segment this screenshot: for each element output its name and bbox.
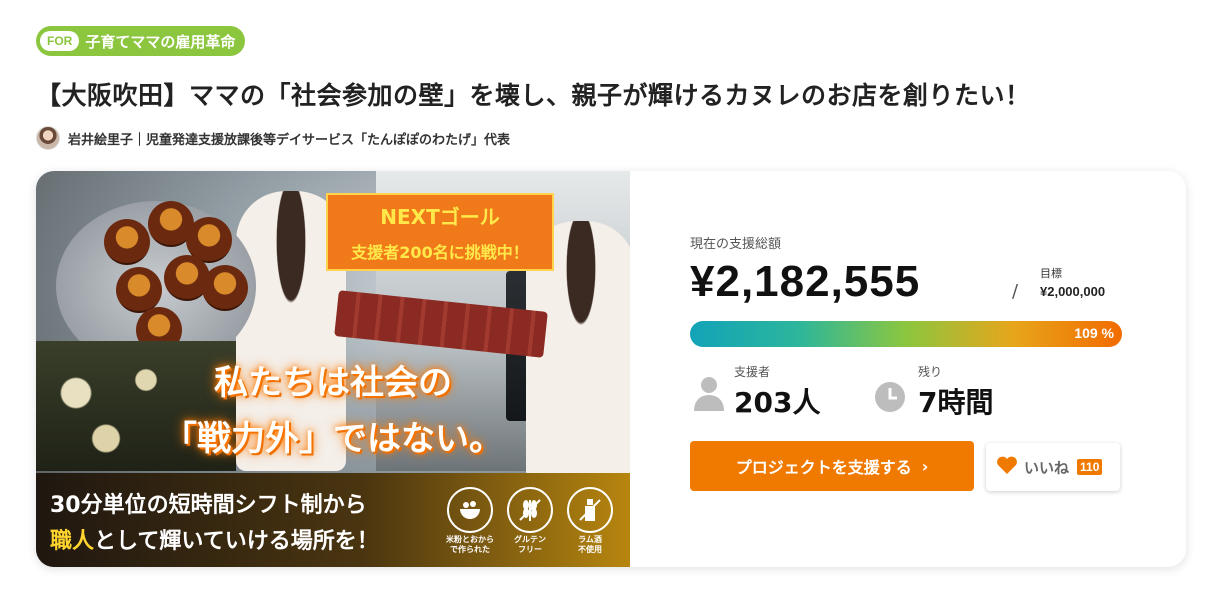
canele xyxy=(104,219,150,265)
feature-rice-flour: 米粉とおから で作られた xyxy=(444,487,496,555)
slogan-line-1: 私たちは社会の xyxy=(214,363,452,403)
chevron-right-icon: › xyxy=(921,456,929,476)
for-tag: FOR xyxy=(40,31,80,51)
heart-icon xyxy=(996,455,1018,479)
current-total-label: 現在の支援総額 xyxy=(690,237,782,252)
feature-label-2: フリー xyxy=(518,545,542,554)
feature-label-1: グルテン xyxy=(514,535,546,544)
next-goal-box: NEXTゴール 支援者200名に挑戦中！ xyxy=(326,193,554,271)
divider-slash: / xyxy=(1012,281,1019,302)
support-project-button[interactable]: プロジェクトを支援する › xyxy=(690,441,974,491)
category-badge[interactable]: FOR 子育てママの雇用革命 xyxy=(36,26,246,56)
support-button-label: プロジェクトを支援する xyxy=(735,458,912,477)
avatar[interactable] xyxy=(36,126,60,150)
progress-fill xyxy=(690,321,1122,347)
funding-stats: 現在の支援総額 ¥2,182,555 / 目標 ¥2,000,000 109 %… xyxy=(630,171,1186,567)
like-button[interactable]: いいね 110 xyxy=(986,443,1120,491)
canele xyxy=(202,265,248,311)
feature-label-1: ラム酒 xyxy=(578,535,602,544)
remaining-label: 残り xyxy=(918,365,943,379)
next-goal-subtitle: 支援者200名に挑戦中！ xyxy=(351,243,529,262)
supporters-count: 203人 xyxy=(734,386,821,419)
person-icon xyxy=(694,375,724,415)
page-title: 【大阪吹田】ママの「社会参加の壁」を壊し、親子が輝けるカヌレのお店を創りたい！ xyxy=(36,81,1031,110)
like-count: 110 xyxy=(1077,459,1103,475)
category-label: 子育てママの雇用革命 xyxy=(85,32,236,51)
next-goal-title: NEXTゴール xyxy=(380,205,500,229)
feature-no-rum: ラム酒 不使用 xyxy=(564,487,616,555)
feature-gluten-free: グルテン フリー xyxy=(504,487,556,555)
progress-percent: 109 % xyxy=(1074,325,1114,341)
rice-bowl-icon xyxy=(447,487,493,533)
project-card: NEXTゴール 支援者200名に挑戦中！ 私たちは社会の 「戦力外」ではない。 … xyxy=(36,171,1186,567)
project-owner[interactable]: 岩井絵里子｜児童発達支援放課後等デイサービス「たんぽぽのわたげ」代表 xyxy=(36,126,510,150)
wheat-icon xyxy=(507,487,553,533)
feature-label-2: で作られた xyxy=(450,545,490,554)
like-label: いいね xyxy=(1024,458,1070,477)
image-banner: 30分単位の短時間シフト制から 職人として輝いていける場所を！ 米粉とおから で作… xyxy=(36,473,630,567)
banner-line-2: 職人として輝いていける場所を！ xyxy=(50,523,379,555)
clock-icon xyxy=(874,381,906,417)
banner-line-1: 30分単位の短時間シフト制から xyxy=(50,493,367,518)
owner-name[interactable]: 岩井絵里子｜児童発達支援放課後等デイサービス「たんぽぽのわたげ」代表 xyxy=(68,129,510,148)
bottle-icon xyxy=(567,487,613,533)
canele xyxy=(116,267,162,313)
banner-line-2-rest: として輝いていける場所を！ xyxy=(94,529,379,554)
remaining-time: 7時間 xyxy=(918,386,994,419)
goal-label: 目標 xyxy=(1040,267,1062,280)
goal-amount: ¥2,000,000 xyxy=(1040,284,1106,299)
slogan-line-2: 「戦力外」ではない。 xyxy=(163,419,503,459)
supporters-label: 支援者 xyxy=(734,365,771,379)
project-main-image: NEXTゴール 支援者200名に挑戦中！ 私たちは社会の 「戦力外」ではない。 … xyxy=(36,171,630,567)
banner-highlight: 職人 xyxy=(50,529,95,554)
progress-bar: 109 % xyxy=(690,321,1122,347)
current-total-amount: ¥2,182,555 xyxy=(690,257,921,306)
feature-label-1: 米粉とおから xyxy=(446,535,494,544)
feature-label-2: 不使用 xyxy=(578,545,602,554)
